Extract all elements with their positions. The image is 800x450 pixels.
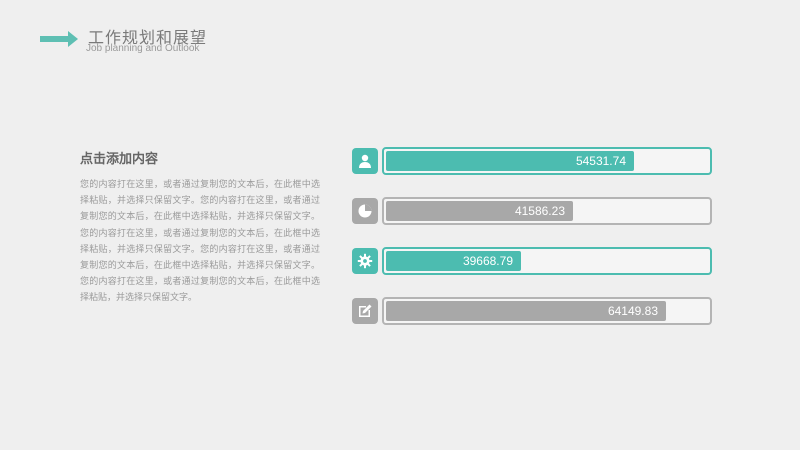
progress-value: 41586.23 (514, 204, 565, 218)
content-body: 您的内容打在这里，或者通过复制您的文本后，在此框中选择粘贴，并选择只保留文字。您… (80, 180, 320, 304)
progress-fill: 41586.23 (386, 201, 573, 221)
edit-icon (352, 298, 378, 324)
progress-row: 54531.74 (352, 147, 712, 175)
content-heading: 点击添加内容 (80, 152, 159, 167)
progress-row: 41586.23 (352, 197, 712, 225)
progress-row: 39668.79 (352, 247, 712, 275)
progress-fill: 39668.79 (386, 251, 521, 271)
progress-row: 64149.83 (352, 297, 712, 325)
progress-bar: 39668.79 (382, 247, 712, 275)
progress-fill: 54531.74 (386, 151, 634, 171)
page-subtitle: Job planning and Outlook (86, 43, 200, 54)
progress-value: 54531.74 (575, 154, 626, 168)
progress-fill: 64149.83 (386, 301, 666, 321)
progress-bar: 54531.74 (382, 147, 712, 175)
gear-icon (352, 248, 378, 274)
progress-bar: 41586.23 (382, 197, 712, 225)
progress-bar: 64149.83 (382, 297, 712, 325)
pie-chart-icon (352, 198, 378, 224)
arrow-icon (40, 31, 78, 47)
progress-value: 64149.83 (607, 304, 658, 318)
user-icon (352, 148, 378, 174)
progress-value: 39668.79 (462, 254, 513, 268)
